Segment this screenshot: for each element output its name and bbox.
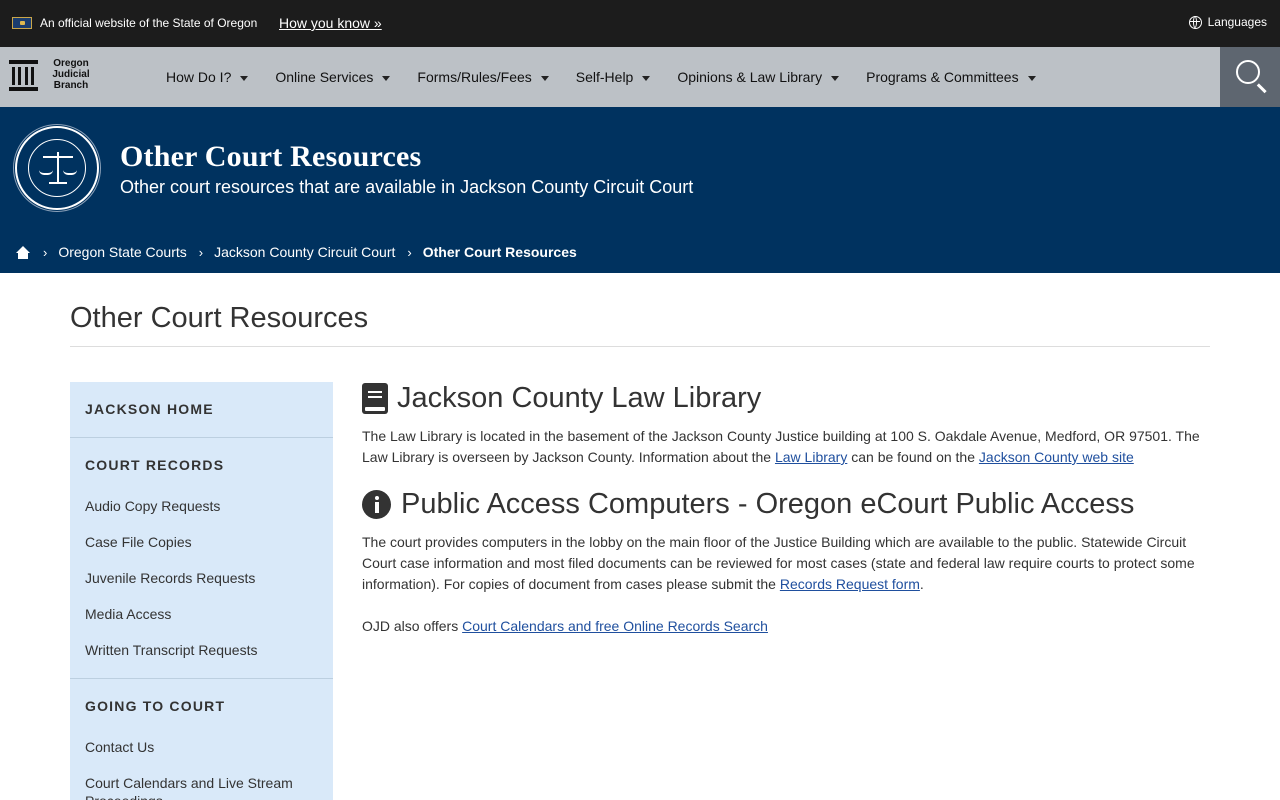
search-button[interactable] xyxy=(1220,47,1280,107)
hero-subtitle: Other court resources that are available… xyxy=(120,177,694,197)
ojd-logo[interactable]: Oregon Judicial Branch xyxy=(9,58,96,91)
sidebar-item-contact-us[interactable]: Contact Us xyxy=(85,738,315,756)
judicial-department-seal xyxy=(15,126,99,210)
sidebar-item-written-transcript-requests[interactable]: Written Transcript Requests xyxy=(85,641,315,659)
info-icon xyxy=(362,490,391,519)
section-law-library-heading: Jackson County Law Library xyxy=(362,382,761,415)
section-law-library-title: Jackson County Law Library xyxy=(397,382,762,414)
nav-item-self-help[interactable]: Self-Help xyxy=(576,69,651,85)
law-library-text: The Law Library is located in the baseme… xyxy=(362,428,1200,465)
nav-item-forms-rules-fees[interactable]: Forms/Rules/Fees xyxy=(417,69,549,85)
book-icon xyxy=(362,383,388,414)
public-access-text: The court provides computers in the lobb… xyxy=(362,534,1195,592)
caret-down-icon xyxy=(642,75,651,81)
chevron-right-icon: › xyxy=(407,244,412,260)
breadcrumb-current: Other Court Resources xyxy=(422,244,577,260)
caret-down-icon xyxy=(382,75,391,81)
sidebar-jackson-home[interactable]: JACKSON HOME xyxy=(85,401,214,417)
jackson-county-website-link[interactable]: Jackson County web site xyxy=(979,449,1134,465)
chevron-right-icon: › xyxy=(43,244,48,260)
sidebar-divider xyxy=(70,678,333,679)
section-public-access-heading: Public Access Computers - Oregon eCourt … xyxy=(362,488,1134,521)
caret-down-icon xyxy=(1027,75,1036,81)
nav-item-how-do-i[interactable]: How Do I? xyxy=(166,69,249,85)
sidebar-heading-going-to-court[interactable]: GOING TO COURT xyxy=(85,698,225,714)
languages-label: Languages xyxy=(1207,15,1267,29)
title-divider xyxy=(70,346,1210,347)
languages-button[interactable]: Languages xyxy=(1188,15,1267,29)
breadcrumb-jackson-county[interactable]: Jackson County Circuit Court xyxy=(214,244,395,260)
ojd-offers-text: OJD also offers Court Calendars and free… xyxy=(362,618,768,634)
sidebar: JACKSON HOME COURT RECORDS Audio Copy Re… xyxy=(70,382,333,800)
law-library-link[interactable]: Law Library xyxy=(775,449,847,465)
courthouse-columns-icon xyxy=(9,58,38,91)
sidebar-item-media-access[interactable]: Media Access xyxy=(85,605,315,623)
official-banner-text: An official website of the State of Oreg… xyxy=(40,16,258,30)
nav-item-programs-committees[interactable]: Programs & Committees xyxy=(866,69,1036,85)
nav-item-opinions-law-library[interactable]: Opinions & Law Library xyxy=(677,69,840,85)
section-public-access-title: Public Access Computers - Oregon eCourt … xyxy=(401,488,1135,520)
caret-down-icon xyxy=(240,75,249,81)
breadcrumb-oregon-state-courts[interactable]: Oregon State Courts xyxy=(58,244,186,260)
sidebar-item-court-calendars[interactable]: Court Calendars and Live Stream Proceedi… xyxy=(85,774,315,800)
nav-item-online-services[interactable]: Online Services xyxy=(275,69,391,85)
sidebar-heading-court-records[interactable]: COURT RECORDS xyxy=(85,457,224,473)
search-icon xyxy=(1236,60,1260,84)
caret-down-icon xyxy=(540,75,549,81)
home-icon[interactable] xyxy=(15,245,31,259)
how-you-know-link[interactable]: How you know » xyxy=(279,15,382,31)
main-navigation: Oregon Judicial Branch How Do I? Online … xyxy=(0,47,1280,107)
sidebar-divider xyxy=(70,437,333,438)
official-banner: An official website of the State of Oreg… xyxy=(0,0,1280,47)
hero-title: Other Court Resources xyxy=(120,140,422,173)
sidebar-item-case-file-copies[interactable]: Case File Copies xyxy=(85,533,315,551)
globe-icon xyxy=(1188,15,1202,29)
caret-down-icon xyxy=(831,75,840,81)
oregon-flag-icon xyxy=(12,17,32,29)
sidebar-item-juvenile-records-requests[interactable]: Juvenile Records Requests xyxy=(85,569,315,587)
breadcrumb: › Oregon State Courts › Jackson County C… xyxy=(15,244,577,260)
page-hero: Other Court Resources Other court resour… xyxy=(0,107,1280,273)
court-calendars-search-link[interactable]: Court Calendars and free Online Records … xyxy=(462,618,768,634)
nav-menu: How Do I? Online Services Forms/Rules/Fe… xyxy=(166,47,1063,107)
logo-text: Oregon Judicial Branch xyxy=(52,58,90,91)
records-request-form-link[interactable]: Records Request form xyxy=(780,576,920,592)
page-title: Other Court Resources xyxy=(70,302,369,334)
chevron-right-icon: › xyxy=(198,244,204,260)
sidebar-item-audio-copy-requests[interactable]: Audio Copy Requests xyxy=(85,497,315,515)
